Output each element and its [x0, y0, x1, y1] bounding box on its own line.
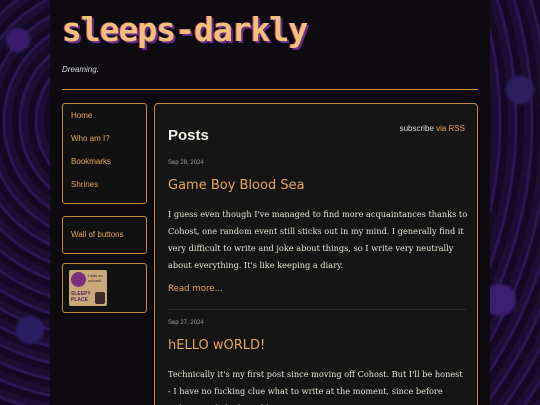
post-date: Sep 27, 2024: [168, 320, 204, 326]
subscribe-line: subscribe via RSS: [400, 124, 465, 133]
cohost-badge-image[interactable]: i was on cohost! SLEEPY PLACE: [69, 270, 107, 306]
nav-item-shrines[interactable]: Shrines: [63, 173, 146, 196]
post-title-link[interactable]: Game Boy Blood Sea: [168, 178, 468, 193]
site-logo[interactable]: sleeps-darkly: [62, 10, 308, 49]
posts-heading: Posts: [168, 127, 209, 144]
badge-top-text: i was on cohost!: [88, 273, 103, 283]
post-separator: [168, 309, 466, 310]
rss-link[interactable]: via RSS: [436, 124, 465, 133]
badge-bottom-text: SLEEPY PLACE: [71, 291, 91, 303]
post-entry: Sep 28, 2024 Game Boy Blood Sea I guess …: [168, 160, 468, 294]
header-divider: [62, 89, 478, 90]
post-excerpt: I guess even though I've managed to find…: [168, 209, 468, 270]
nav-item-bookmarks[interactable]: Bookmarks: [63, 150, 146, 173]
read-more-link[interactable]: Read more...: [168, 284, 468, 294]
post-title-link[interactable]: hELLO wORLD!: [168, 338, 468, 353]
nav-item-home[interactable]: Home: [63, 104, 146, 127]
nav-item-who-am-i[interactable]: Who am I?: [63, 127, 146, 150]
post-excerpt: Technically it's my first post since mov…: [168, 369, 463, 405]
nav-item-wall-of-buttons[interactable]: Wall of buttons: [63, 217, 146, 253]
sidebar-wall-box: Wall of buttons: [62, 216, 147, 254]
badge-character-icon: [95, 292, 105, 304]
badge-circle-icon: [71, 272, 86, 287]
sidebar-nav: Home Who am I? Bookmarks Shrines: [62, 103, 147, 204]
post-date: Sep 28, 2024: [168, 160, 204, 166]
sidebar-badge-box: i was on cohost! SLEEPY PLACE: [62, 263, 147, 313]
post-entry: Sep 27, 2024 hELLO wORLD! Technically it…: [168, 320, 468, 405]
subscribe-label: subscribe: [399, 124, 434, 133]
posts-panel: Posts subscribe via RSS Sep 28, 2024 Gam…: [154, 103, 478, 405]
page-container: sleeps-darkly Dreaming. Home Who am I? B…: [50, 0, 490, 405]
site-tagline: Dreaming.: [62, 65, 99, 74]
